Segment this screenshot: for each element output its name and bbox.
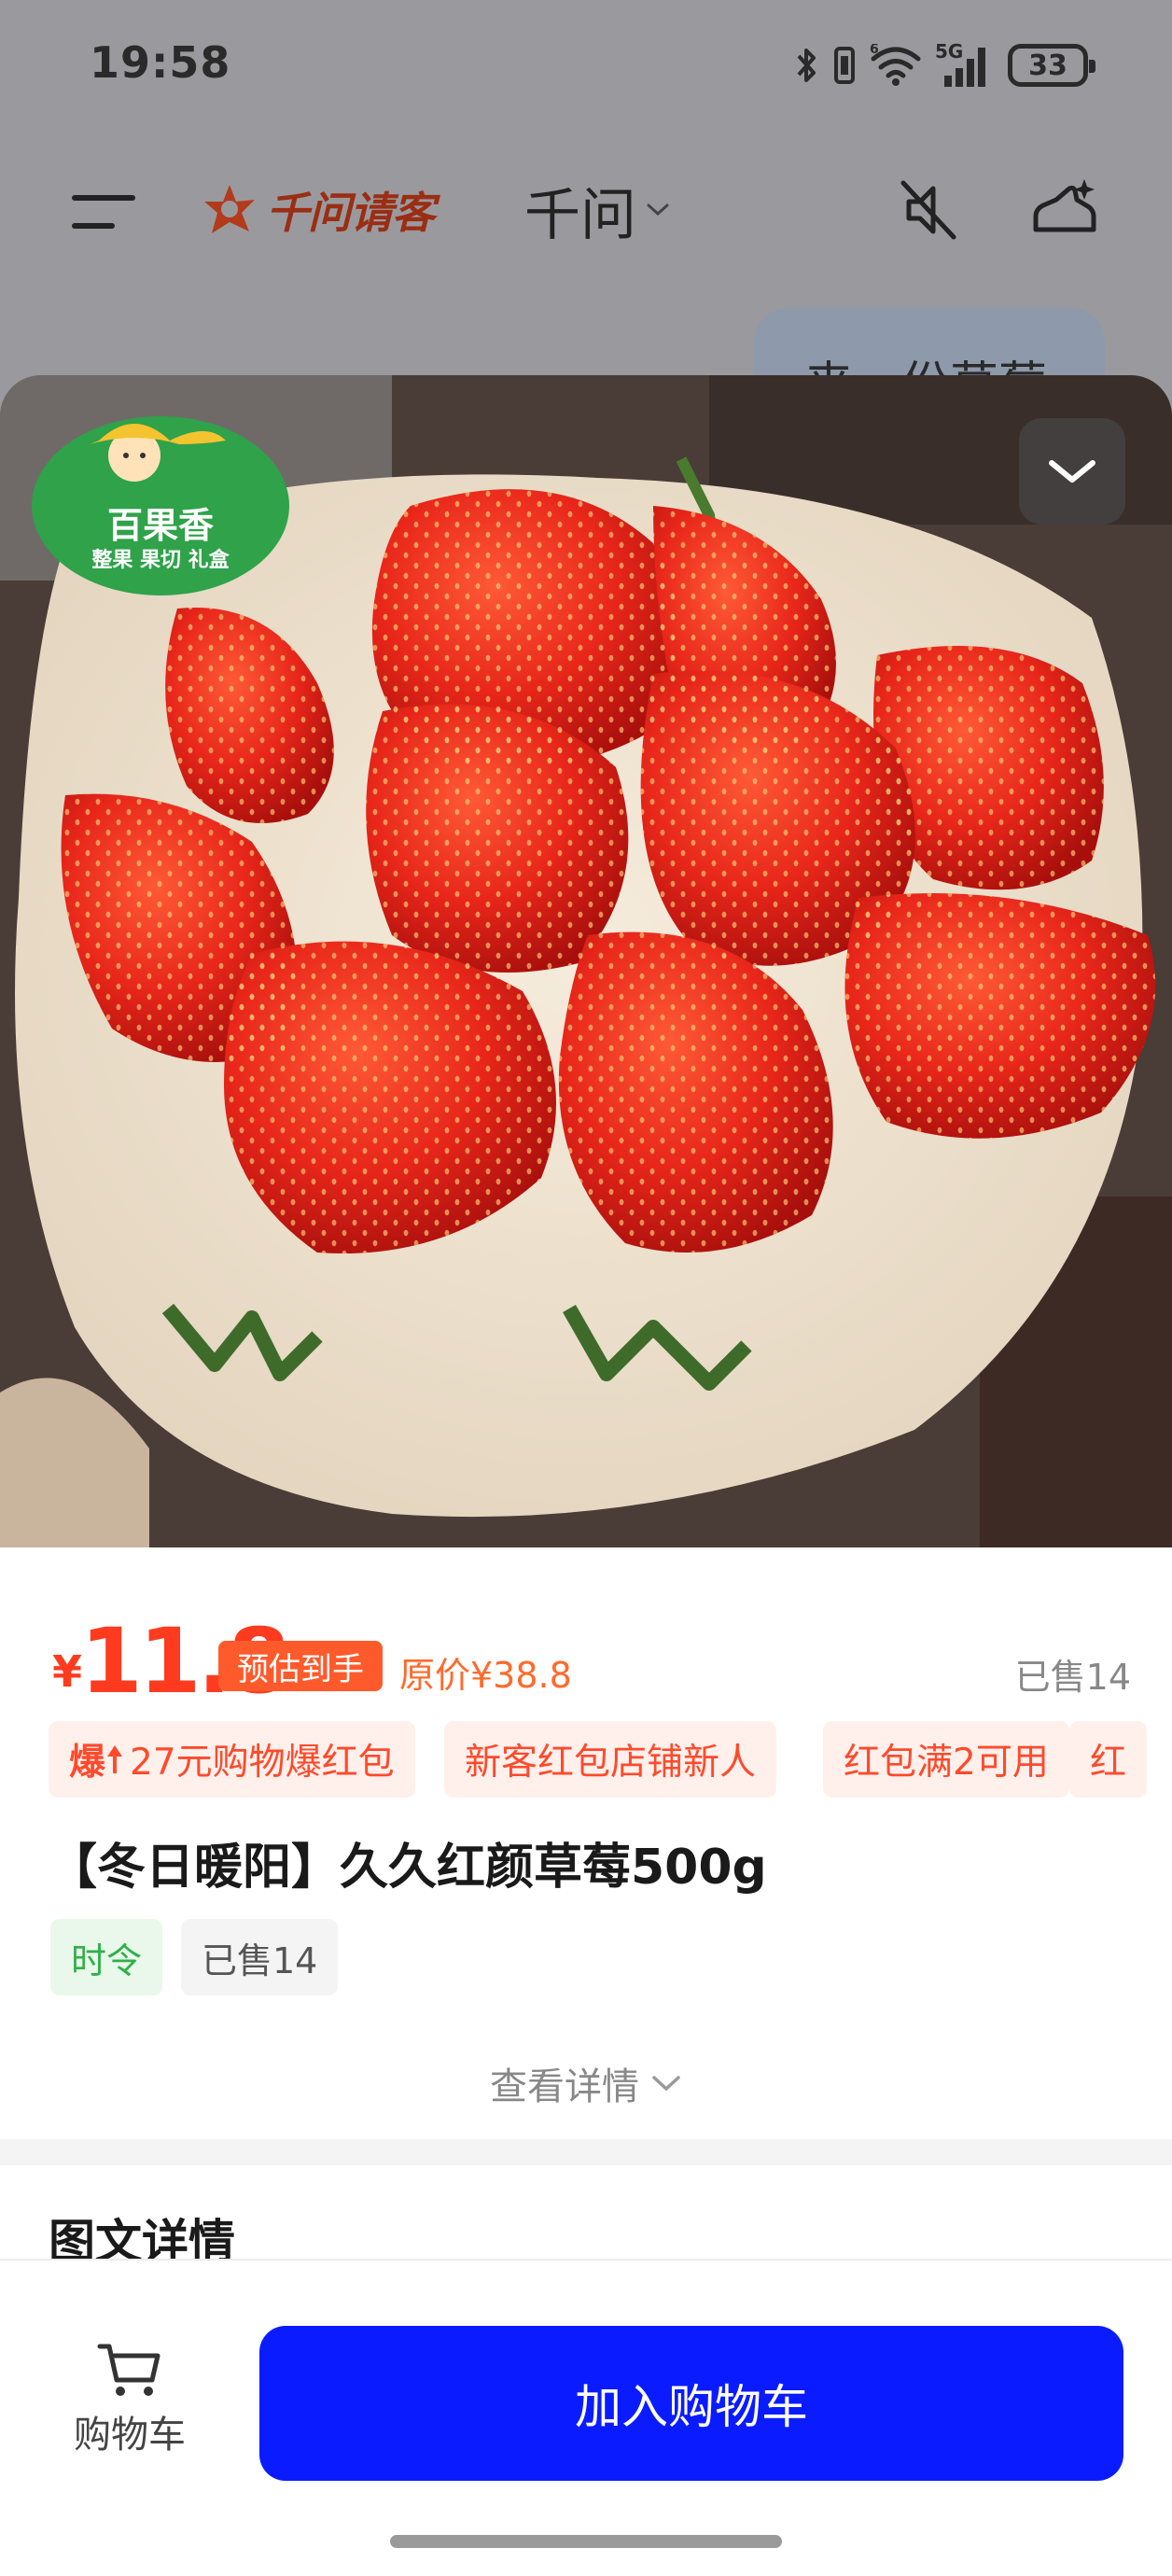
wifi-icon: 6 [870,44,921,86]
coupon-threshold[interactable]: 红包满2可用 [823,1721,1069,1798]
view-details-label: 查看详情 [490,2065,639,2108]
app-header: 千问请客 千问 [0,149,1172,271]
coupon-label: 27元购物爆红包 [130,1742,395,1784]
coupon-label: 红 [1090,1742,1127,1784]
menu-icon[interactable] [71,190,136,237]
coupon-row: 爆 27元购物爆红包 新客红包店铺新人 红包满2可用 红 [49,1721,1172,1798]
coupon-hot[interactable]: 爆 27元购物爆红包 [49,1721,415,1798]
product-title: 【冬日暖阳】久久红颜草莓500g [49,1840,767,1896]
hot-mark-text: 爆 [69,1742,106,1784]
bottom-action-bar: 购物车 加入购物车 [0,2259,1172,2576]
cart-icon [97,2344,160,2396]
coupon-label: 红包满2可用 [844,1742,1049,1784]
chevron-down-icon [652,2076,680,2092]
coupon-partial[interactable]: 红 [1069,1721,1148,1798]
section-divider [0,2139,1172,2165]
price-row: ¥ 11.8 预估到手 原价¥38.8 已售14 [49,1609,1131,1714]
tag-season: 时令 [50,1919,163,1995]
hot-mark: 爆 [69,1733,124,1785]
shop-logo-name: 百果香 [106,505,214,546]
new-chat-icon[interactable] [1028,172,1103,246]
shop-logo-subtext: 整果 果切 礼盒 [91,549,230,572]
battery-indicator: 33 [1008,44,1095,87]
original-price: 原价¥38.8 [399,1655,572,1696]
bluetooth-icon [797,49,816,82]
model-selector[interactable]: 千问 [524,177,670,248]
shop-logo: 百果香 整果 果切 礼盒 [30,403,291,599]
price-currency: ¥ [52,1646,83,1697]
status-time: 19:58 [90,37,231,88]
view-details-link[interactable]: 查看详情 [0,2053,1172,2113]
add-to-cart-button[interactable]: 加入购物车 [259,2326,1123,2481]
brand[interactable]: 千问请客 [201,177,435,243]
mute-icon[interactable] [896,177,961,243]
model-name: 千问 [524,182,636,248]
coupon-new-customer[interactable]: 新客红包店铺新人 [444,1721,777,1798]
svg-text:6: 6 [870,44,879,57]
cart-tab[interactable]: 购物车 [60,2339,200,2470]
signal-icon: 5G [935,40,995,89]
estimate-badge: 预估到手 [218,1641,383,1691]
brand-logo-icon [204,185,255,233]
arrow-up-icon [107,1745,123,1773]
status-bar: 19:58 6 5G 33 [0,0,1172,131]
status-icons: 6 5G 33 [795,39,1095,91]
vibrate-icon [834,47,855,84]
sold-count: 已售14 [1014,1657,1131,1698]
coupon-label: 新客红包店铺新人 [465,1742,757,1784]
cart-label: 购物车 [74,2414,186,2457]
home-indicator[interactable] [390,2535,782,2548]
chevron-down-icon [647,203,669,217]
brand-name: 千问请客 [266,188,435,238]
collapse-button[interactable] [1019,418,1125,525]
product-sheet: 百果香 整果 果切 礼盒 ¥ 11.8 预估到手 原价¥38.8 已售14 爆 … [0,375,1172,2576]
tag-sold: 已售14 [181,1919,339,1995]
collapse-chevron-icon [1049,460,1095,483]
